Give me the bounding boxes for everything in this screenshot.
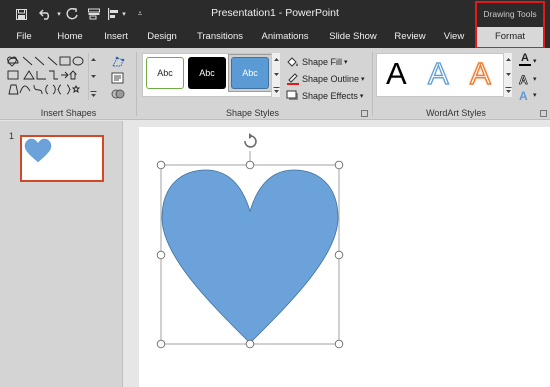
- text-outline-dropdown-icon[interactable]: ▾: [533, 75, 537, 83]
- shape-style-colored-outline[interactable]: Abc: [146, 57, 184, 89]
- text-fill-button[interactable]: A: [519, 53, 531, 68]
- text-effects-dropdown-icon[interactable]: ▾: [533, 91, 537, 99]
- shape-fill-button[interactable]: Shape Fill ▾: [286, 55, 348, 68]
- text-outline-button[interactable]: A: [519, 72, 528, 87]
- text-fill-dropdown-icon[interactable]: ▾: [533, 57, 537, 65]
- resize-handle-bottom[interactable]: [245, 339, 255, 349]
- tab-insert[interactable]: Insert: [99, 31, 133, 42]
- thumbnail-heart-icon: [24, 138, 52, 163]
- shape-effects-button[interactable]: Shape Effects ▾: [286, 89, 363, 102]
- shape-style-black-fill[interactable]: Abc: [188, 57, 226, 89]
- heart-shape[interactable]: [161, 169, 339, 344]
- wordart-style-blue-outline[interactable]: A: [427, 55, 449, 92]
- tab-view[interactable]: View: [440, 31, 468, 42]
- slide-content: [156, 133, 344, 349]
- resize-handle-top[interactable]: [245, 160, 255, 170]
- shape-outline-label: Shape Outline: [302, 73, 360, 84]
- text-fill-letter: A: [521, 52, 529, 64]
- resize-handle-bottom-right[interactable]: [334, 339, 344, 349]
- shape-outline-dropdown-icon: ▾: [361, 75, 365, 83]
- wordart-style-orange-outline[interactable]: A: [469, 55, 491, 92]
- tab-design[interactable]: Design: [143, 31, 181, 42]
- shape-styles-label: Shape Styles: [225, 108, 280, 118]
- wordart-styles-label: WordArt Styles: [426, 108, 486, 118]
- shape-style-blue-fill[interactable]: Abc: [231, 57, 269, 89]
- tab-file[interactable]: File: [12, 31, 36, 42]
- resize-handle-top-right[interactable]: [334, 160, 344, 170]
- shape-styles-launcher-icon[interactable]: [361, 110, 368, 117]
- shape-outline-button[interactable]: Shape Outline ▾: [286, 72, 365, 85]
- title-bar: ▾ ▾ ⩡ Presentation1 - PowerPoint: [0, 0, 550, 28]
- group-divider: [372, 52, 373, 116]
- shape-effects-label: Shape Effects: [302, 90, 358, 101]
- resize-handle-top-left[interactable]: [156, 160, 166, 170]
- drawing-tools-highlight-box: [475, 1, 545, 49]
- paint-bucket-icon: [287, 56, 298, 67]
- tab-review[interactable]: Review: [391, 31, 429, 42]
- group-divider: [136, 52, 137, 116]
- text-effects-letter: A: [519, 88, 528, 103]
- text-box-icon[interactable]: [111, 72, 127, 84]
- tab-transitions[interactable]: Transitions: [193, 31, 247, 42]
- insert-shapes-label: Insert Shapes: [40, 108, 97, 118]
- pencil-icon: [287, 72, 299, 85]
- text-effects-button[interactable]: A: [519, 88, 528, 103]
- tab-animations[interactable]: Animations: [257, 31, 313, 42]
- text-outline-letter: A: [519, 72, 528, 87]
- slide-thumbnail[interactable]: [20, 135, 104, 182]
- merge-shapes-icon[interactable]: [111, 88, 127, 100]
- text-fill-color-bar: [519, 64, 531, 66]
- shape-fill-label: Shape Fill: [302, 56, 343, 67]
- edit-shape-icon[interactable]: [111, 55, 127, 69]
- resize-handle-bottom-left[interactable]: [156, 339, 166, 349]
- wordart-style-black[interactable]: A: [386, 56, 407, 92]
- window-title: Presentation1 - PowerPoint: [211, 7, 339, 19]
- shapes-gallery-scroll[interactable]: [88, 53, 97, 100]
- wordart-styles-launcher-icon[interactable]: [540, 110, 547, 117]
- shape-effects-icon: [286, 90, 298, 100]
- slide-number: 1: [9, 131, 15, 141]
- resize-handle-left[interactable]: [156, 250, 166, 260]
- resize-handle-right[interactable]: [334, 250, 344, 260]
- shape-effects-dropdown-icon: ▾: [359, 92, 364, 100]
- shape-fill-dropdown-icon: ▾: [344, 58, 348, 66]
- shape-styles-scroll[interactable]: [271, 53, 280, 97]
- tab-slide-show[interactable]: Slide Show: [326, 31, 380, 42]
- wordart-gallery-scroll[interactable]: [503, 53, 512, 97]
- rotate-handle-icon[interactable]: [244, 133, 257, 165]
- tab-home[interactable]: Home: [54, 31, 86, 42]
